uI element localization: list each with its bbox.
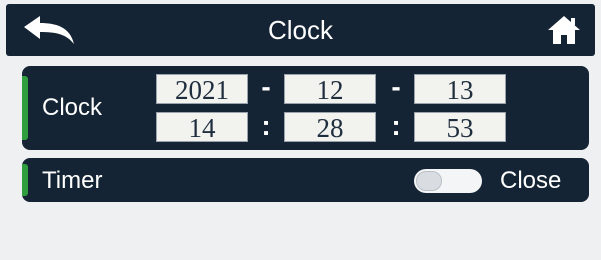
hour-field[interactable]: 14 bbox=[156, 112, 248, 143]
date-separator: - bbox=[391, 71, 401, 102]
timer-panel: Timer Close bbox=[22, 158, 589, 202]
timer-state-label: Close bbox=[500, 167, 562, 194]
minute-field[interactable]: 28 bbox=[284, 112, 376, 143]
panel-accent bbox=[22, 164, 28, 196]
date-separator: - bbox=[261, 71, 271, 102]
title-bar: Clock bbox=[6, 4, 595, 56]
back-button[interactable] bbox=[20, 14, 78, 48]
time-separator: : bbox=[391, 110, 401, 141]
back-arrow-icon bbox=[24, 16, 74, 44]
home-button[interactable] bbox=[547, 14, 581, 46]
toggle-knob bbox=[416, 171, 442, 191]
time-separator: : bbox=[261, 110, 271, 141]
day-field[interactable]: 13 bbox=[414, 74, 506, 105]
clock-panel: Clock 2021 - 12 - 13 14 : 28 : 53 bbox=[22, 66, 589, 150]
timer-toggle[interactable] bbox=[414, 169, 482, 193]
second-field[interactable]: 53 bbox=[414, 112, 506, 143]
clock-label: Clock bbox=[42, 94, 103, 121]
timer-label: Timer bbox=[42, 167, 103, 194]
page-title: Clock bbox=[267, 15, 333, 45]
panel-accent bbox=[22, 76, 28, 140]
screen: Clock Clock 2021 - 12 - 13 14 : 28 : 53 … bbox=[0, 0, 601, 260]
home-icon bbox=[548, 16, 580, 44]
year-field[interactable]: 2021 bbox=[156, 74, 248, 105]
month-field[interactable]: 12 bbox=[284, 74, 376, 105]
